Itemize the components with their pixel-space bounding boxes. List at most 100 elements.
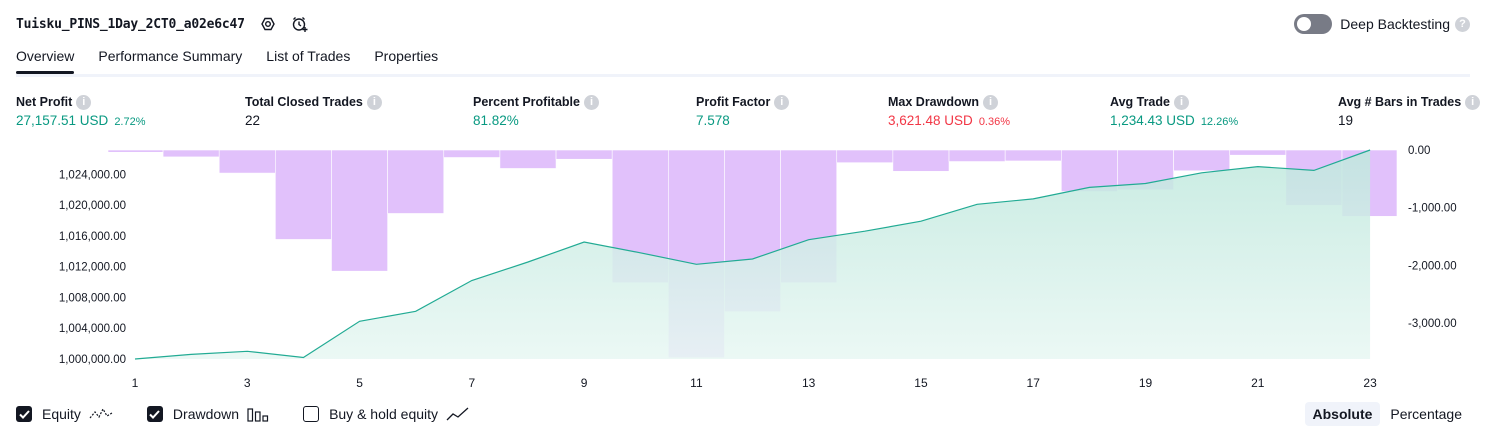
- stat-value: 1,234.43 USD: [1110, 113, 1195, 128]
- drawdown-bar: [275, 149, 332, 240]
- drawdown-bar: [107, 149, 164, 153]
- stat-value: 3,621.48 USD: [888, 113, 973, 128]
- stat-percent-profitable: Percent Profitable i 81.82%: [473, 94, 599, 128]
- x-axis-tick-label: 21: [1251, 376, 1265, 390]
- stat-label: Avg Trade: [1110, 95, 1170, 109]
- stat-avg-bars: Avg # Bars in Trades i 19: [1338, 94, 1481, 128]
- checkbox-unchecked[interactable]: [303, 406, 320, 422]
- stat-label: Net Profit: [16, 95, 73, 109]
- right-axis-tick-label: -1,000.00: [1408, 203, 1457, 215]
- value-mode-switch: Absolute Percentage: [1303, 402, 1471, 426]
- x-axis: 1 3 5 7 9 11 13 15 17 19 21 23: [132, 376, 1377, 390]
- stat-label: Total Closed Trades: [245, 95, 363, 109]
- stat-profit-factor: Profit Factor i 7.578: [696, 94, 790, 128]
- stat-value: 22: [245, 113, 261, 128]
- stat-total-closed-trades: Total Closed Trades i 22: [245, 94, 382, 128]
- drawdown-bar: [331, 149, 388, 272]
- buy-hold-line-icon: [446, 406, 470, 422]
- stat-net-profit: Net Profit i 27,157.51 USD 2.72%: [16, 94, 146, 128]
- absolute-button[interactable]: Absolute: [1304, 402, 1381, 426]
- stat-value: 81.82%: [473, 113, 519, 128]
- drawdown-bar: [162, 149, 220, 158]
- right-axis: 0.00 -1,000.00 -2,000.00 -3,000.00: [1408, 145, 1457, 330]
- left-axis-tick-label: 1,004,000.00: [59, 323, 126, 335]
- right-axis-tick-label: -2,000.00: [1408, 260, 1457, 272]
- tab-overview[interactable]: Overview: [16, 48, 75, 74]
- x-axis-tick-label: 5: [356, 376, 363, 390]
- left-axis-tick-label: 1,020,000.00: [59, 200, 126, 212]
- left-axis-tick-label: 1,012,000.00: [59, 262, 126, 274]
- info-icon[interactable]: i: [366, 94, 382, 110]
- x-axis-tick-label: 19: [1139, 376, 1153, 390]
- info-icon[interactable]: i: [583, 94, 599, 110]
- stat-percent: 0.36%: [978, 116, 1011, 128]
- drawdown-bar: [218, 149, 276, 174]
- stat-value: 27,157.51 USD: [16, 113, 109, 128]
- stat-value: 7.578: [696, 113, 730, 128]
- info-icon[interactable]: i: [983, 94, 998, 110]
- deep-backtesting-toggle[interactable]: [1294, 14, 1333, 34]
- info-icon[interactable]: i: [76, 94, 92, 110]
- buy-hold-checkbox[interactable]: Buy & hold equity: [303, 406, 470, 422]
- drawdown-bar: [1173, 149, 1231, 172]
- right-axis-tick-label: -3,000.00: [1408, 318, 1457, 330]
- percentage-button[interactable]: Percentage: [1382, 402, 1470, 426]
- toggle-knob: [1297, 17, 1312, 31]
- drawdown-bars-icon: [247, 406, 269, 422]
- add-alert-icon[interactable]: [291, 15, 309, 33]
- info-icon[interactable]: i: [1173, 94, 1189, 110]
- equity-checkbox[interactable]: Equity: [16, 406, 113, 422]
- x-axis-tick-label: 15: [914, 376, 928, 390]
- x-axis-tick-label: 11: [690, 376, 703, 390]
- equity-label: Equity: [42, 406, 81, 422]
- tab-properties[interactable]: Properties: [374, 48, 438, 71]
- drawdown-bar: [1061, 149, 1118, 192]
- stat-avg-trade: Avg Trade i 1,234.43 USD 12.26%: [1110, 94, 1238, 128]
- stat-label: Avg # Bars in Trades: [1338, 95, 1462, 109]
- chart-controls: Equity Drawdown Buy & hold equity Absolu…: [16, 402, 1470, 426]
- equity-drawdown-chart: 1,000,000.00 1,004,000.00 1,008,000.00 1,01…: [59, 145, 1457, 390]
- equity-line-icon: [89, 406, 113, 422]
- stat-label: Max Drawdown: [888, 95, 979, 109]
- checkbox-checked[interactable]: [146, 406, 163, 422]
- drawdown-bar: [555, 149, 613, 160]
- left-axis: 1,000,000.00 1,004,000.00 1,008,000.00 1,01…: [59, 169, 126, 366]
- drawdown-bar: [387, 149, 445, 214]
- x-axis-tick-label: 3: [244, 376, 251, 390]
- drawdown-bar: [1004, 149, 1062, 162]
- deep-backtesting-label: Deep Backtesting: [1340, 16, 1450, 32]
- left-axis-tick-label: 1,000,000.00: [59, 354, 126, 366]
- drawdown-bar: [948, 149, 1006, 162]
- drawdown-bar: [1229, 149, 1287, 156]
- drawdown-bar: [836, 149, 894, 163]
- stats-row: Net Profit i 27,157.51 USD 2.72% Total Clo…: [0, 94, 1486, 134]
- info-icon[interactable]: i: [774, 94, 790, 110]
- stat-percent: 12.26%: [1200, 116, 1239, 128]
- drawdown-bar: [499, 149, 557, 169]
- checkbox-checked[interactable]: [16, 406, 32, 422]
- x-axis-tick-label: 9: [581, 376, 588, 390]
- settings-icon[interactable]: [259, 15, 277, 33]
- info-icon[interactable]: i: [1465, 94, 1481, 110]
- x-axis-tick-label: 13: [802, 376, 816, 390]
- tab-performance-summary[interactable]: Performance Summary: [98, 48, 242, 71]
- right-axis-tick-label: 0.00: [1408, 145, 1430, 157]
- drawdown-bar: [892, 149, 950, 172]
- x-axis-tick-label: 17: [1027, 376, 1041, 390]
- stat-label: Percent Profitable: [473, 95, 580, 109]
- drawdown-checkbox[interactable]: Drawdown: [146, 406, 269, 422]
- tab-list-of-trades[interactable]: List of Trades: [266, 48, 350, 71]
- stat-max-drawdown: Max Drawdown i 3,621.48 USD 0.36%: [888, 94, 1010, 128]
- x-axis-tick-label: 7: [468, 376, 475, 390]
- strategy-title: Tuisku_PINS_1Day_2CT0_a02e6c47: [16, 16, 245, 32]
- left-axis-tick-label: 1,024,000.00: [59, 169, 126, 181]
- stat-percent: 2.72%: [114, 116, 146, 128]
- help-icon[interactable]: ?: [1455, 16, 1470, 32]
- stat-value: 19: [1338, 113, 1354, 128]
- report-header: Tuisku_PINS_1Day_2CT0_a02e6c47 Deep Back…: [16, 12, 1470, 36]
- report-tabs: Overview Performance Summary List of Tra…: [16, 48, 1470, 77]
- stat-label: Profit Factor: [696, 95, 771, 109]
- left-axis-tick-label: 1,008,000.00: [59, 292, 126, 304]
- drawdown-bar: [443, 149, 501, 158]
- x-axis-tick-label: 1: [132, 376, 139, 390]
